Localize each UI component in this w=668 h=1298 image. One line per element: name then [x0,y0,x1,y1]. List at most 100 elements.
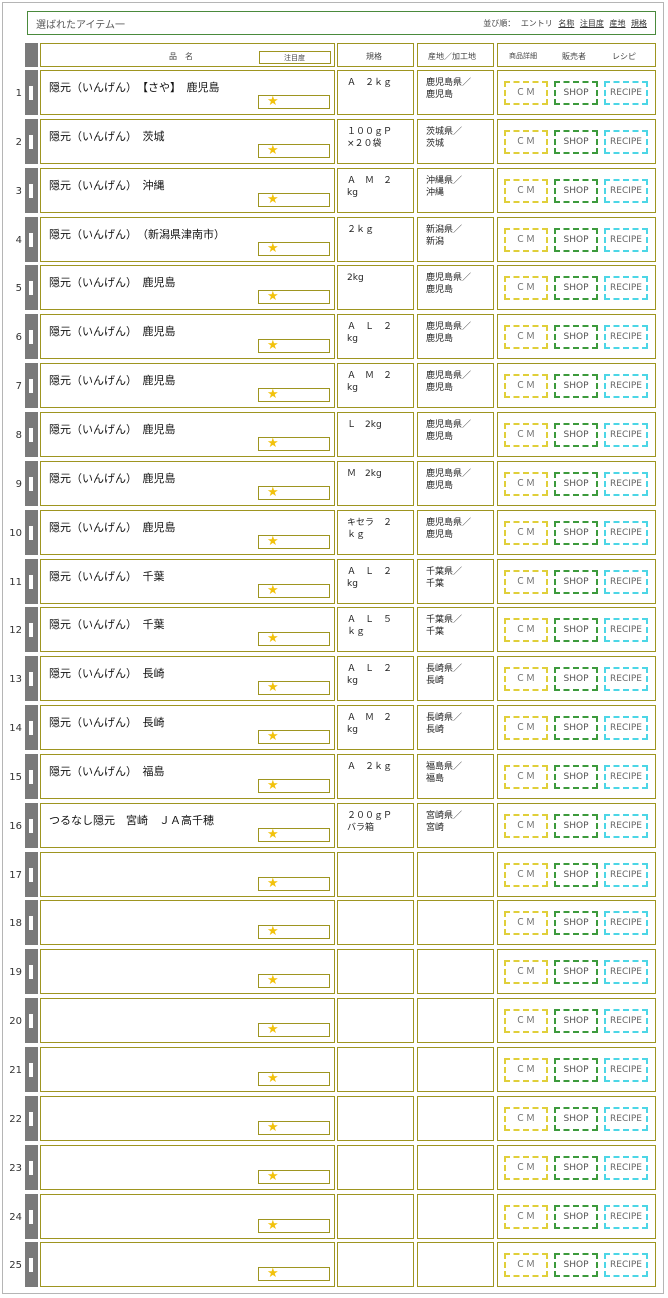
recipe-button[interactable]: RECIPE [604,423,648,447]
item-name[interactable]: 隠元（いんげん） 鹿児島 [49,274,176,290]
shop-button[interactable]: SHOP [554,472,598,496]
attention-rating[interactable]: ★ [258,1071,330,1086]
cm-button[interactable]: ＣＭ [504,423,548,447]
cm-button[interactable]: ＣＭ [504,814,548,838]
row-select-bar[interactable] [25,314,38,359]
shop-button[interactable]: SHOP [554,521,598,545]
shop-button[interactable]: SHOP [554,179,598,203]
row-select-bar[interactable] [25,949,38,994]
recipe-button[interactable]: RECIPE [604,472,648,496]
shop-button[interactable]: SHOP [554,1156,598,1180]
shop-button[interactable]: SHOP [554,618,598,642]
shop-button[interactable]: SHOP [554,1107,598,1131]
row-select-bar[interactable] [25,852,38,897]
shop-button[interactable]: SHOP [554,1205,598,1229]
recipe-button[interactable]: RECIPE [604,1107,648,1131]
item-name[interactable]: 隠元（いんげん） 鹿児島 [49,323,176,339]
attention-rating[interactable]: ★ [258,631,330,646]
row-select-bar[interactable] [25,1194,38,1239]
cm-button[interactable]: ＣＭ [504,276,548,300]
shop-button[interactable]: SHOP [554,960,598,984]
shop-button[interactable]: SHOP [554,130,598,154]
cm-button[interactable]: ＣＭ [504,570,548,594]
attention-rating[interactable]: ★ [258,680,330,695]
attention-rating[interactable]: ★ [258,876,330,891]
row-select-bar[interactable] [25,217,38,262]
item-name[interactable]: 隠元（いんげん） 【さや】 鹿児島 [49,79,220,95]
cm-button[interactable]: ＣＭ [504,81,548,105]
recipe-button[interactable]: RECIPE [604,570,648,594]
row-select-bar[interactable] [25,1047,38,1092]
attention-rating[interactable]: ★ [258,192,330,207]
attention-rating[interactable]: ★ [258,94,330,109]
item-name[interactable]: 隠元（いんげん） 福島 [49,763,165,779]
item-name[interactable]: 隠元（いんげん） 鹿児島 [49,519,176,535]
attention-rating[interactable]: ★ [258,1169,330,1184]
cm-button[interactable]: ＣＭ [504,1156,548,1180]
cm-button[interactable]: ＣＭ [504,325,548,349]
attention-rating[interactable]: ★ [258,143,330,158]
recipe-button[interactable]: RECIPE [604,325,648,349]
row-select-bar[interactable] [25,754,38,799]
item-name[interactable]: 隠元（いんげん） 鹿児島 [49,421,176,437]
recipe-button[interactable]: RECIPE [604,228,648,252]
cm-button[interactable]: ＣＭ [504,179,548,203]
recipe-button[interactable]: RECIPE [604,863,648,887]
row-select-bar[interactable] [25,119,38,164]
recipe-button[interactable]: RECIPE [604,374,648,398]
shop-button[interactable]: SHOP [554,1009,598,1033]
row-select-bar[interactable] [25,1145,38,1190]
row-select-bar[interactable] [25,412,38,457]
attention-rating[interactable]: ★ [258,729,330,744]
recipe-button[interactable]: RECIPE [604,765,648,789]
shop-button[interactable]: SHOP [554,374,598,398]
shop-button[interactable]: SHOP [554,667,598,691]
item-name[interactable]: 隠元（いんげん） 沖縄 [49,177,165,193]
cm-button[interactable]: ＣＭ [504,1009,548,1033]
cm-button[interactable]: ＣＭ [504,667,548,691]
item-name[interactable]: 隠元（いんげん） 鹿児島 [49,372,176,388]
row-select-bar[interactable] [25,363,38,408]
cm-button[interactable]: ＣＭ [504,1058,548,1082]
row-select-bar[interactable] [25,461,38,506]
recipe-button[interactable]: RECIPE [604,667,648,691]
attention-rating[interactable]: ★ [258,827,330,842]
recipe-button[interactable]: RECIPE [604,716,648,740]
shop-button[interactable]: SHOP [554,716,598,740]
cm-button[interactable]: ＣＭ [504,1253,548,1277]
sort-by-name-link[interactable]: 名称 [558,19,574,28]
shop-button[interactable]: SHOP [554,765,598,789]
row-select-bar[interactable] [25,1242,38,1287]
recipe-button[interactable]: RECIPE [604,179,648,203]
row-select-bar[interactable] [25,803,38,848]
shop-button[interactable]: SHOP [554,81,598,105]
shop-button[interactable]: SHOP [554,863,598,887]
item-name[interactable]: 隠元（いんげん） 鹿児島 [49,470,176,486]
cm-button[interactable]: ＣＭ [504,1205,548,1229]
row-select-bar[interactable] [25,70,38,115]
attention-rating[interactable]: ★ [258,1218,330,1233]
row-select-bar[interactable] [25,900,38,945]
attention-rating[interactable]: ★ [258,436,330,451]
item-name[interactable]: 隠元（いんげん） （新潟県津南市） [49,226,225,242]
attention-rating[interactable]: ★ [258,973,330,988]
cm-button[interactable]: ＣＭ [504,765,548,789]
recipe-button[interactable]: RECIPE [604,1205,648,1229]
cm-button[interactable]: ＣＭ [504,1107,548,1131]
recipe-button[interactable]: RECIPE [604,1156,648,1180]
row-select-bar[interactable] [25,559,38,604]
row-select-bar[interactable] [25,1096,38,1141]
attention-rating[interactable]: ★ [258,1022,330,1037]
recipe-button[interactable]: RECIPE [604,1009,648,1033]
recipe-button[interactable]: RECIPE [604,618,648,642]
row-select-bar[interactable] [25,168,38,213]
recipe-button[interactable]: RECIPE [604,1253,648,1277]
attention-rating[interactable]: ★ [258,289,330,304]
row-select-bar[interactable] [25,656,38,701]
attention-rating[interactable]: ★ [258,583,330,598]
shop-button[interactable]: SHOP [554,1058,598,1082]
cm-button[interactable]: ＣＭ [504,374,548,398]
recipe-button[interactable]: RECIPE [604,911,648,935]
shop-button[interactable]: SHOP [554,325,598,349]
sort-by-attention-link[interactable]: 注目度 [580,19,604,28]
